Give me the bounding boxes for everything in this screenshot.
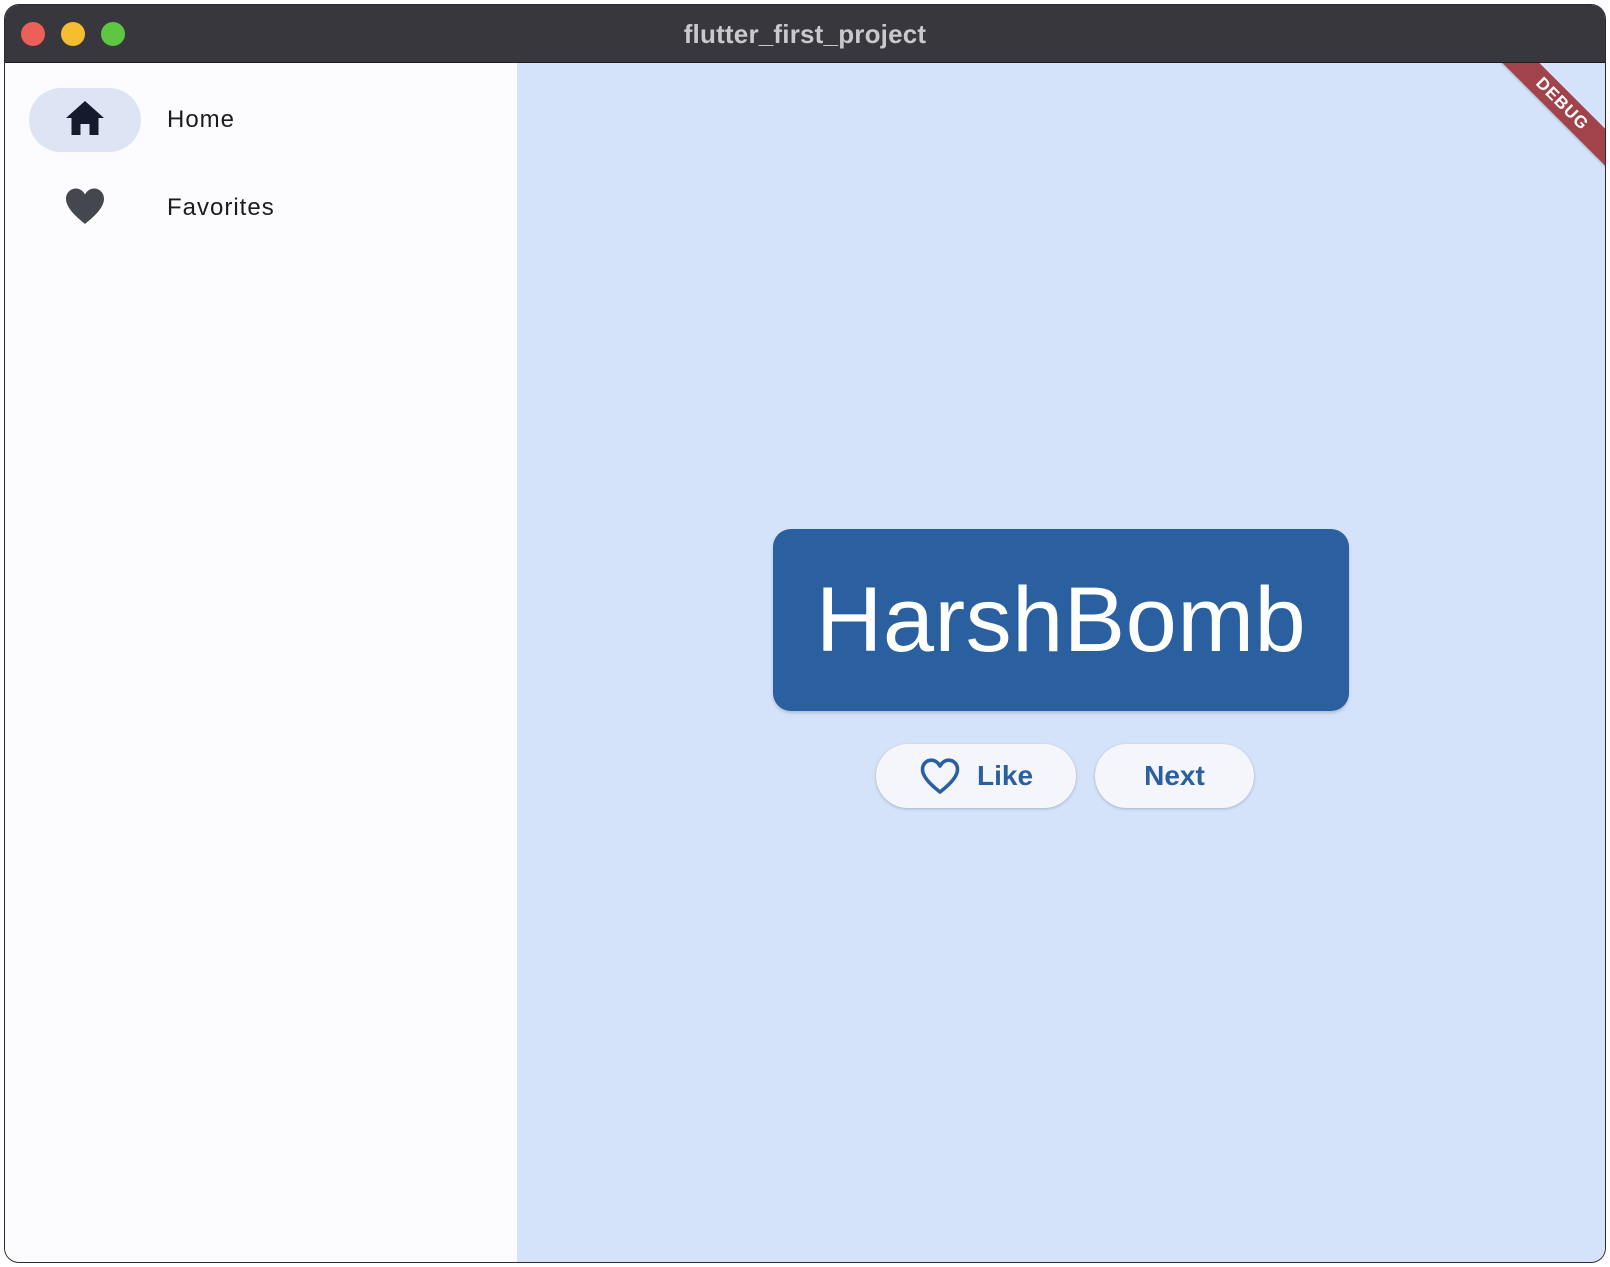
- nav-label-home: Home: [167, 106, 236, 133]
- next-button[interactable]: Next: [1095, 744, 1254, 808]
- nav-item-home[interactable]: Home: [29, 88, 499, 152]
- nav-icon-container: [29, 176, 141, 240]
- window-title: flutter_first_project: [683, 19, 927, 49]
- main-content: DEBUG HarshBomb Like Next: [517, 63, 1605, 1262]
- app-body: Home Favorites DEBUG HarshBomb Like Next: [5, 63, 1605, 1262]
- app-window: flutter_first_project Home Favorites DEB…: [5, 5, 1605, 1262]
- navigation-rail: Home Favorites: [5, 63, 517, 1262]
- title-bar: flutter_first_project: [5, 5, 1605, 63]
- nav-item-favorites[interactable]: Favorites: [29, 176, 499, 240]
- debug-banner: DEBUG: [1492, 63, 1605, 174]
- word-pair-text: HarshBomb: [815, 568, 1307, 671]
- heart-outline-icon: [919, 757, 961, 795]
- next-button-label: Next: [1144, 760, 1205, 791]
- heart-icon: [64, 187, 106, 230]
- word-pair-card: HarshBomb: [773, 529, 1349, 711]
- nav-label-favorites: Favorites: [167, 194, 275, 221]
- like-button-label: Like: [976, 760, 1034, 791]
- home-icon: [64, 99, 106, 142]
- nav-selected-indicator: [29, 88, 141, 152]
- like-button[interactable]: Like: [876, 744, 1076, 808]
